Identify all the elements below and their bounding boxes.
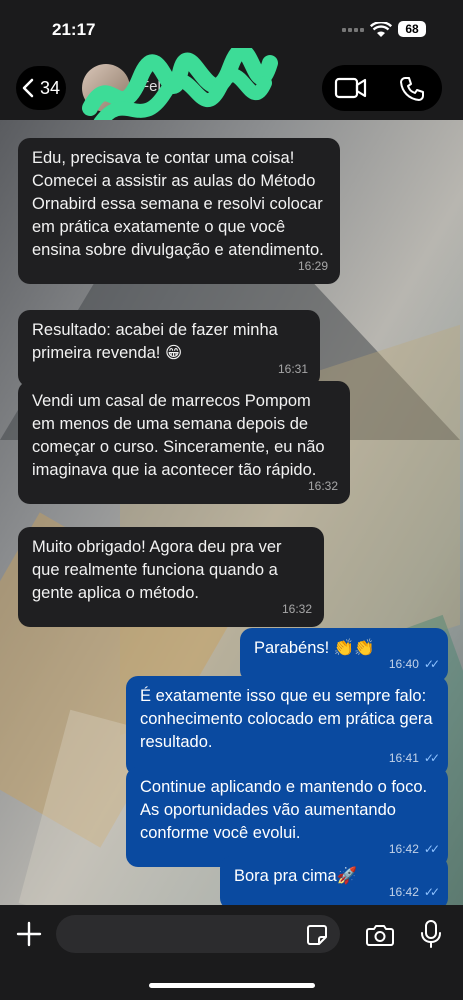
back-chevron-icon [22,78,34,98]
message-text: Parabéns! 👏👏 [254,639,375,657]
camera-icon[interactable] [366,923,394,947]
sticker-icon[interactable] [306,924,328,946]
message-time: 16:32 [281,602,312,616]
message-text: É exatamente isso que eu sempre falo: co… [140,687,433,751]
message-text: Continue aplicando e mantendo o foco. As… [140,778,428,842]
message-time: 16:32 [307,479,338,493]
read-ticks-icon: ✓✓ [423,657,440,671]
message-text: Edu, precisava te contar uma coisa! Come… [32,149,324,259]
composer-bar [0,905,463,1000]
phone-icon[interactable] [398,75,426,103]
back-unread-count: 34 [39,77,61,98]
microphone-icon[interactable] [420,919,442,949]
wifi-icon [370,22,392,37]
battery-indicator: 68 [398,21,426,37]
home-indicator [149,983,315,988]
message-text: Bora pra cima🚀 [234,867,358,885]
incoming-message[interactable]: Resultado: acabei de fazer minha primeir… [18,310,320,387]
message-text: Muito obrigado! Agora deu pra ver que re… [32,538,282,602]
incoming-message[interactable]: Muito obrigado! Agora deu pra ver que re… [18,527,324,627]
outgoing-message[interactable]: É exatamente isso que eu sempre falo: co… [126,676,448,776]
message-text: Vendi um casal de marrecos Pompom em men… [32,392,325,479]
status-time: 21:17 [52,20,96,39]
message-time: 16:40 [388,657,419,671]
incoming-message[interactable]: Vendi um casal de marrecos Pompom em men… [18,381,350,504]
read-ticks-icon: ✓✓ [423,885,440,899]
signal-icon [342,28,364,32]
video-call-icon[interactable] [334,75,368,101]
back-button[interactable]: 34 [16,66,66,110]
message-input[interactable] [56,915,340,953]
message-time: 16:29 [297,259,328,273]
message-time: 16:31 [277,362,308,376]
outgoing-message[interactable]: Parabéns! 👏👏 16:40 ✓✓ [240,628,448,682]
message-time: 16:42 [388,885,419,899]
chat-header: 34 Felicio [0,48,463,130]
incoming-message[interactable]: Edu, precisava te contar uma coisa! Come… [18,138,340,284]
call-actions [322,65,442,111]
message-text: Resultado: acabei de fazer minha primeir… [32,321,278,362]
plus-icon[interactable] [16,921,42,947]
outgoing-message[interactable]: Bora pra cima🚀 16:42 ✓✓ [220,856,448,910]
outgoing-message[interactable]: Continue aplicando e mantendo o foco. As… [126,767,448,867]
